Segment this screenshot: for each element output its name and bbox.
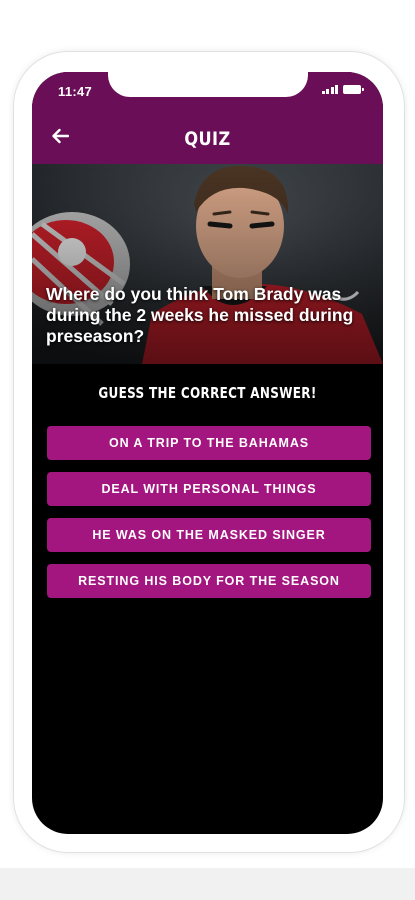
answer-list: ON A TRIP TO THE BAHAMAS DEAL WITH PERSO… [47,426,371,610]
answer-button-masked-singer[interactable]: HE WAS ON THE MASKED SINGER [47,518,371,552]
answer-prompt: GUESS THE CORRECT ANSWER! [98,384,317,402]
status-time: 11:47 [58,84,93,99]
quiz-question: Where do you think Tom Brady was during … [46,284,354,346]
battery-icon [343,85,364,94]
signal-icon [321,85,338,94]
phone-notch [108,72,308,97]
app-header: 11:47 QUIZ [32,72,383,164]
answer-button-personal-things[interactable]: DEAL WITH PERSONAL THINGS [47,472,371,506]
page-title: QUIZ [184,128,231,150]
answer-button-resting[interactable]: RESTING HIS BODY FOR THE SEASON [47,564,371,598]
quiz-hero-image: Where do you think Tom Brady was during … [32,164,383,364]
status-icons [321,85,364,94]
app-screen: 11:47 QUIZ Where do you think Tom Brady … [32,72,383,834]
answer-button-bahamas[interactable]: ON A TRIP TO THE BAHAMAS [47,426,371,460]
page-bottom-band [0,868,415,900]
